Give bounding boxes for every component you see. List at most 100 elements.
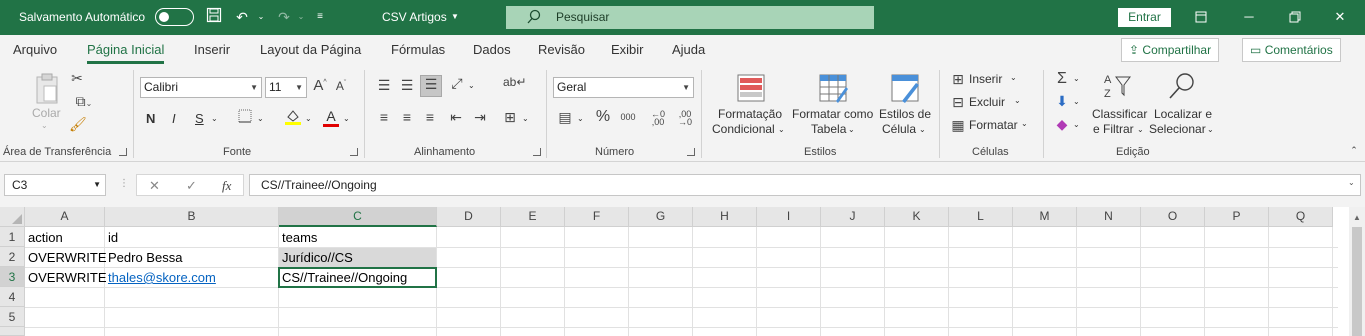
- autosave-toggle[interactable]: [155, 8, 194, 26]
- scroll-thumb[interactable]: [1352, 227, 1362, 336]
- sort-dropdown-icon[interactable]: ⌄: [1137, 125, 1144, 134]
- customize-toolbar-icon[interactable]: ≡: [313, 7, 327, 27]
- number-format-select[interactable]: Geral ▼: [553, 77, 694, 98]
- conditional-formatting-icon[interactable]: [735, 73, 767, 105]
- clipboard-launcher-icon[interactable]: [119, 148, 127, 156]
- expand-formula-icon[interactable]: ⌄: [1348, 178, 1355, 187]
- format-label[interactable]: Formatar: [969, 118, 1018, 132]
- tab-formulas[interactable]: Fórmulas: [391, 42, 445, 57]
- font-size-select[interactable]: 11 ▼: [265, 77, 307, 98]
- number-launcher-icon[interactable]: [687, 148, 695, 156]
- row-header[interactable]: 1: [0, 227, 25, 247]
- find-select-label-2[interactable]: Selecionar: [1149, 122, 1206, 136]
- column-header[interactable]: H: [693, 207, 757, 227]
- column-header[interactable]: L: [949, 207, 1013, 227]
- select-all-corner[interactable]: [0, 207, 25, 227]
- search-box[interactable]: Pesquisar: [506, 6, 874, 29]
- cell-b1[interactable]: id: [108, 230, 118, 245]
- fill-icon[interactable]: ⬇: [1054, 93, 1070, 110]
- cell-styles-label-1[interactable]: Estilos de: [879, 107, 931, 121]
- accounting-dropdown-icon[interactable]: ⌄: [577, 114, 584, 123]
- conditional-dropdown-icon[interactable]: ⌄: [778, 125, 785, 134]
- increase-decimal-icon[interactable]: ←0,00: [648, 110, 668, 127]
- restore-icon[interactable]: [1280, 6, 1310, 28]
- autosum-icon[interactable]: Σ: [1054, 70, 1070, 88]
- undo-icon[interactable]: ↶: [233, 7, 251, 27]
- row-header[interactable]: [0, 327, 25, 336]
- column-header[interactable]: J: [821, 207, 885, 227]
- align-left-icon[interactable]: ≡: [376, 109, 392, 125]
- thousands-icon[interactable]: 000: [618, 112, 638, 122]
- paste-dropdown-icon[interactable]: ⌄: [41, 121, 48, 130]
- format-dropdown-icon[interactable]: ⌄: [1021, 119, 1028, 128]
- cell-a3[interactable]: OVERWRITE: [28, 270, 107, 285]
- merge-center-icon[interactable]: ⊞: [502, 109, 518, 126]
- orientation-icon[interactable]: ⤢: [448, 75, 466, 92]
- column-header[interactable]: B: [105, 207, 279, 227]
- column-header[interactable]: F: [565, 207, 629, 227]
- accounting-icon[interactable]: ▤: [556, 109, 574, 126]
- cell-a2[interactable]: OVERWRITE: [28, 250, 107, 265]
- column-header[interactable]: N: [1077, 207, 1141, 227]
- row-header[interactable]: 4: [0, 287, 25, 307]
- save-icon[interactable]: [205, 7, 223, 28]
- clear-icon[interactable]: ◆: [1054, 116, 1070, 133]
- minimize-icon[interactable]: ─: [1234, 6, 1264, 28]
- column-header[interactable]: Q: [1269, 207, 1333, 227]
- find-dropdown-icon[interactable]: ⌄: [1207, 125, 1214, 134]
- formula-input[interactable]: CS//Trainee//Ongoing: [249, 174, 1361, 196]
- align-middle-icon[interactable]: ☰: [399, 77, 415, 94]
- column-header[interactable]: E: [501, 207, 565, 227]
- spreadsheet-grid[interactable]: A B C D E F G H I J K L M N O P Q 1 2 3 …: [0, 207, 1365, 336]
- align-right-icon[interactable]: ≡: [422, 109, 438, 125]
- alignment-launcher-icon[interactable]: [533, 148, 541, 156]
- insert-cells-icon[interactable]: ⊞: [950, 71, 966, 88]
- column-header[interactable]: I: [757, 207, 821, 227]
- cell-styles-label-2[interactable]: Célula: [882, 122, 916, 136]
- column-header[interactable]: A: [25, 207, 105, 227]
- decrease-decimal-icon[interactable]: ,00 →0: [675, 110, 695, 127]
- format-cells-icon[interactable]: ▦: [950, 117, 966, 134]
- column-header[interactable]: P: [1205, 207, 1269, 227]
- orientation-dropdown-icon[interactable]: ⌄: [468, 81, 475, 90]
- tab-dados[interactable]: Dados: [473, 42, 511, 57]
- row-header[interactable]: 2: [0, 247, 25, 267]
- insert-label[interactable]: Inserir: [969, 72, 1002, 86]
- autosum-dropdown-icon[interactable]: ⌄: [1073, 74, 1080, 83]
- sort-filter-icon[interactable]: AZ: [1101, 71, 1133, 103]
- close-icon[interactable]: ✕: [1325, 6, 1355, 28]
- title-dropdown-icon[interactable]: ▼: [451, 12, 459, 21]
- column-header[interactable]: M: [1013, 207, 1077, 227]
- collapse-ribbon-icon[interactable]: ⌃: [1348, 145, 1360, 156]
- cell-b2[interactable]: Pedro Bessa: [108, 250, 182, 265]
- italic-button[interactable]: I: [172, 111, 176, 126]
- format-table-dropdown-icon[interactable]: ⌄: [848, 125, 855, 134]
- tab-layout[interactable]: Layout da Página: [260, 42, 361, 57]
- document-title[interactable]: CSV Artigos: [382, 10, 447, 24]
- clear-dropdown-icon[interactable]: ⌄: [1073, 120, 1080, 129]
- row-header[interactable]: 3: [0, 267, 25, 287]
- column-header[interactable]: D: [437, 207, 501, 227]
- cell-c3[interactable]: CS//Trainee//Ongoing: [282, 270, 407, 285]
- fill-dropdown-icon[interactable]: ⌄: [1073, 97, 1080, 106]
- tab-revisao[interactable]: Revisão: [538, 42, 585, 57]
- redo-dropdown-icon[interactable]: ⌄: [296, 7, 306, 27]
- tab-pagina-inicial[interactable]: Página Inicial: [87, 42, 165, 64]
- font-color-icon[interactable]: A: [321, 108, 341, 127]
- cell-c2[interactable]: Jurídico//CS: [282, 250, 353, 265]
- paste-icon[interactable]: [33, 73, 61, 105]
- underline-button[interactable]: S: [195, 111, 204, 126]
- find-select-icon[interactable]: [1166, 71, 1198, 103]
- undo-dropdown-icon[interactable]: ⌄: [256, 7, 266, 27]
- format-as-table-icon[interactable]: [817, 73, 849, 105]
- sort-filter-label-1[interactable]: Classificar: [1092, 107, 1147, 121]
- share-button[interactable]: ⇪ Compartilhar: [1121, 38, 1220, 62]
- bold-button[interactable]: N: [146, 111, 155, 126]
- ribbon-display-icon[interactable]: [1186, 6, 1216, 28]
- tab-inserir[interactable]: Inserir: [194, 42, 230, 57]
- delete-label[interactable]: Excluir: [969, 95, 1005, 109]
- font-launcher-icon[interactable]: [350, 148, 358, 156]
- conditional-formatting-label-1[interactable]: Formatação: [718, 107, 782, 121]
- format-as-table-label-2[interactable]: Tabela: [811, 122, 846, 136]
- cut-icon[interactable]: ✂: [69, 70, 85, 87]
